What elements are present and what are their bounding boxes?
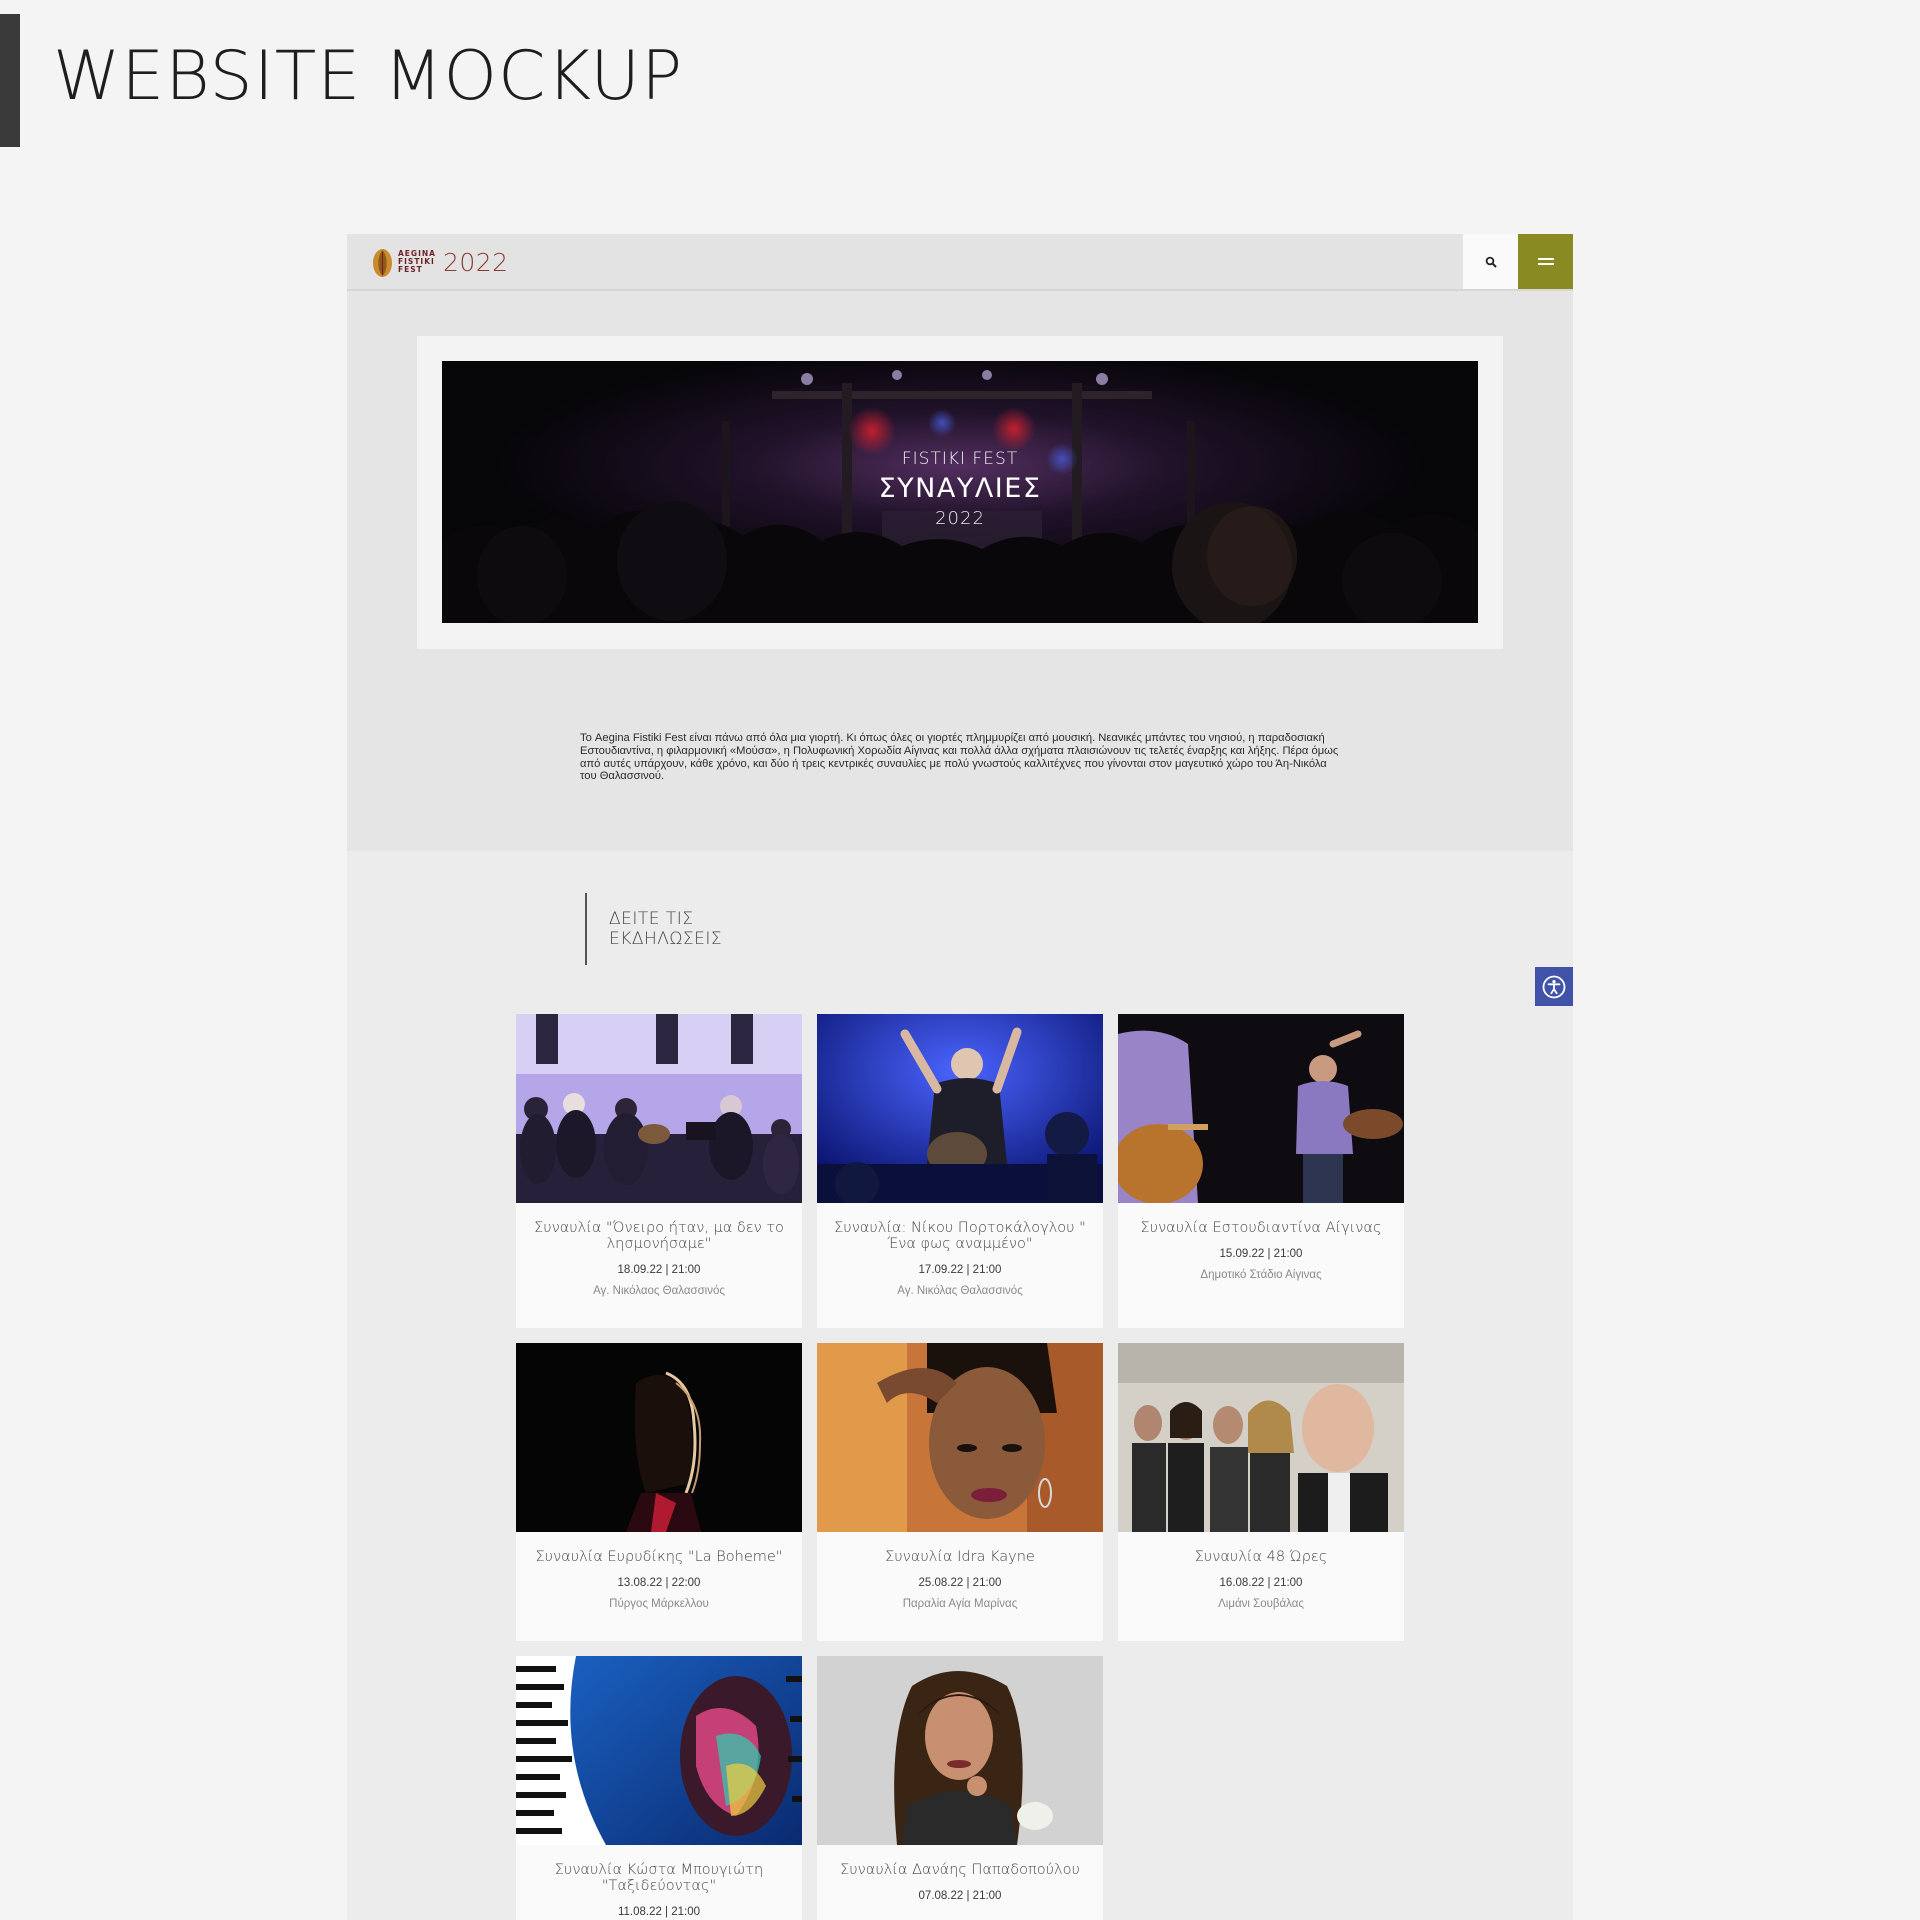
- section-title-line: ΕΚΔΗΛΩΣΕΙΣ: [609, 929, 723, 949]
- hero-section: FISTIKI FEST ΣΥΝΑΥΛΙΕΣ 2022 Το Aegina Fi…: [347, 291, 1573, 851]
- event-photo: [817, 1656, 1103, 1845]
- event-photo: [516, 1343, 802, 1532]
- event-title: Συναυλία Idra Kayne: [885, 1549, 1035, 1565]
- accessibility-button[interactable]: [1535, 967, 1573, 1006]
- search-icon: [1485, 256, 1497, 268]
- event-photo: [1118, 1343, 1404, 1532]
- event-photo: [1118, 1014, 1404, 1203]
- pistachio-logo-icon: [373, 249, 392, 277]
- event-card[interactable]: Συναυλία 48 Ώρες 16.08.22 | 21:00 Λιμάνι…: [1118, 1343, 1404, 1641]
- hero-year: 2022: [935, 508, 985, 529]
- logo-wordmark: AEGINA FISTIKI FEST: [398, 250, 436, 274]
- event-date: 18.09.22 | 21:00: [617, 1264, 701, 1276]
- event-card[interactable]: Συναυλία Εστουδιαντίνα Αίγινας 15.09.22 …: [1118, 1014, 1404, 1328]
- section-title-line: ΔΕΙΤΕ ΤΙΣ: [609, 909, 694, 929]
- event-date: 07.08.22 | 21:00: [918, 1890, 1002, 1902]
- logo-year: 2022: [442, 247, 509, 277]
- event-date: 16.08.22 | 21:00: [1219, 1577, 1303, 1589]
- hamburger-menu-icon: [1537, 257, 1554, 265]
- hero-title: ΣΥΝΑΥΛΙΕΣ: [878, 473, 1042, 504]
- event-title: Συναυλία "Όνειρο ήταν, μα δεν το λησμονή…: [534, 1220, 784, 1252]
- event-date: 15.09.22 | 21:00: [1219, 1248, 1303, 1260]
- event-card[interactable]: Συναυλία Idra Kayne 25.08.22 | 21:00 Παρ…: [817, 1343, 1103, 1641]
- event-photo: [516, 1014, 802, 1203]
- event-card[interactable]: Συναυλία: Νίκου Πορτοκάλογλου " Ένα φως …: [817, 1014, 1103, 1328]
- event-card[interactable]: Συναυλία Δανάης Παπαδοπούλου 07.08.22 | …: [817, 1656, 1103, 1920]
- event-date: 13.08.22 | 22:00: [617, 1577, 701, 1589]
- hero-pretitle: FISTIKI FEST: [901, 449, 1019, 469]
- event-date: 25.08.22 | 21:00: [918, 1577, 1002, 1589]
- event-photo: [817, 1343, 1103, 1532]
- event-date: 11.08.22 | 21:00: [617, 1906, 701, 1918]
- event-location: Παραλία Αγία Μαρίνας: [902, 1598, 1018, 1610]
- event-title: Συναυλία Δανάης Παπαδοπούλου: [840, 1862, 1080, 1878]
- event-title: Συναυλία Κώστα Μπουγιώτη "Ταξιδεύοντας": [554, 1862, 764, 1894]
- page-title: WEBSITE MOCKUP: [53, 37, 684, 116]
- event-photo: [516, 1656, 802, 1845]
- site-header: AEGINA FISTIKI FEST 2022: [347, 234, 1573, 291]
- event-location: Αγ. Νικόλας Θαλασσινός: [897, 1285, 1023, 1297]
- event-photo: [817, 1014, 1103, 1203]
- event-date: 17.09.22 | 21:00: [918, 1264, 1002, 1276]
- event-title: Συναυλία Εστουδιαντίνα Αίγινας: [1140, 1220, 1382, 1236]
- event-card[interactable]: Συναυλία Κώστα Μπουγιώτη "Ταξιδεύοντας" …: [516, 1656, 802, 1920]
- event-card[interactable]: Συναυλία Ευρυδίκης "La Boheme" 13.08.22 …: [516, 1343, 802, 1641]
- hero-frame: FISTIKI FEST ΣΥΝΑΥΛΙΕΣ 2022: [417, 336, 1503, 649]
- event-location: Πύργος Μάρκελλου: [609, 1598, 709, 1610]
- menu-button[interactable]: [1518, 234, 1573, 289]
- event-card[interactable]: Συναυλία "Όνειρο ήταν, μα δεν το λησμονή…: [516, 1014, 802, 1328]
- event-location: Λιμάνι Σουβάλας: [1218, 1598, 1304, 1610]
- logo-word: FEST: [398, 265, 423, 274]
- event-location: Δημοτικό Στάδιο Αίγινας: [1200, 1269, 1322, 1281]
- events-section-title: ΔΕΙΤΕ ΤΙΣ ΕΚΔΗΛΩΣΕΙΣ: [585, 893, 722, 965]
- event-location: Αγ. Νικόλαος Θαλασσινός: [593, 1285, 725, 1297]
- website-mockup: AEGINA FISTIKI FEST 2022 FISTIKI FEST ΣΥ…: [347, 234, 1573, 1920]
- hero-banner[interactable]: FISTIKI FEST ΣΥΝΑΥΛΙΕΣ 2022: [442, 361, 1478, 623]
- accessibility-icon: [1542, 975, 1566, 998]
- search-button[interactable]: [1463, 234, 1518, 289]
- event-title: Συναυλία Ευρυδίκης "La Boheme": [535, 1549, 783, 1565]
- intro-paragraph: Το Aegina Fistiki Fest είναι πάνω από όλ…: [580, 732, 1339, 783]
- event-title: Συναυλία 48 Ώρες: [1194, 1549, 1328, 1565]
- heading-accent-bar: [0, 14, 20, 147]
- site-logo[interactable]: AEGINA FISTIKI FEST 2022: [372, 245, 509, 279]
- event-title: Συναυλία: Νίκου Πορτοκάλογλου " Ένα φως …: [834, 1220, 1086, 1252]
- hero-caption: FISTIKI FEST ΣΥΝΑΥΛΙΕΣ 2022: [442, 361, 1478, 623]
